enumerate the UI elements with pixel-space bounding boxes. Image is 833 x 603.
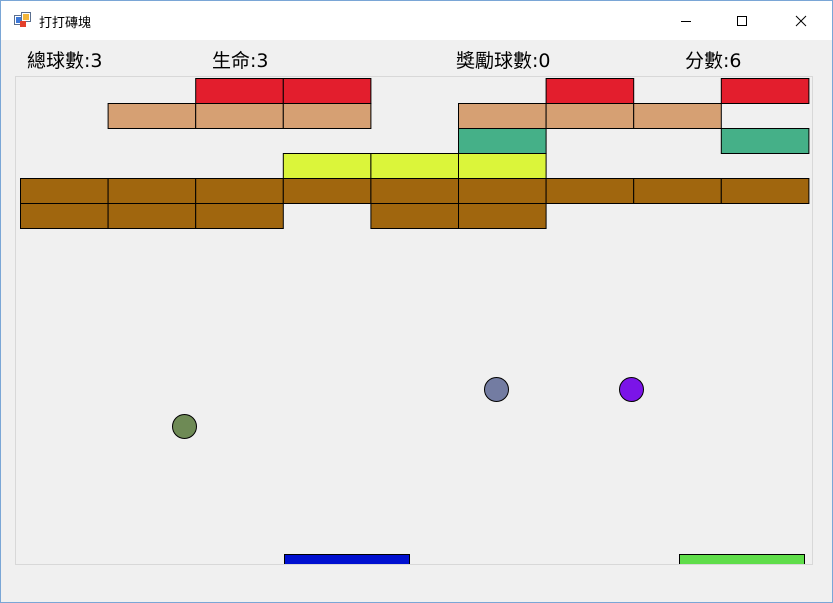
maximize-button[interactable]: [719, 1, 765, 40]
brick: [458, 203, 547, 229]
bonus-balls-label: 獎勵球數:0: [456, 50, 551, 72]
brick: [20, 178, 109, 204]
brick: [720, 178, 810, 204]
brick: [370, 153, 459, 179]
brick: [633, 178, 722, 204]
brick: [545, 178, 635, 204]
brick: [195, 203, 284, 229]
brick: [458, 153, 547, 179]
maximize-icon: [737, 15, 747, 26]
brick: [282, 178, 372, 204]
brick: [633, 103, 722, 129]
brick: [370, 203, 459, 229]
client-area: 總球數:3 生命:3 獎勵球數:0 分數:6: [1, 41, 832, 602]
brick: [107, 203, 197, 229]
brick: [545, 78, 635, 104]
minimize-button[interactable]: [663, 1, 709, 40]
paddle-green[interactable]: [679, 554, 805, 565]
brick: [720, 128, 810, 154]
lives-label: 生命:3: [212, 50, 269, 72]
brick: [282, 153, 372, 179]
brick: [458, 178, 547, 204]
brick: [458, 103, 547, 129]
close-icon: [795, 15, 807, 26]
brick: [370, 178, 459, 204]
ball-green: [172, 414, 197, 439]
minimize-icon: [681, 20, 691, 22]
window-title: 打打磚塊: [39, 16, 92, 31]
paddle-blue[interactable]: [284, 554, 410, 565]
app-icon: [14, 12, 31, 27]
brick: [195, 78, 284, 104]
game-playfield[interactable]: [15, 76, 813, 565]
brick: [195, 103, 284, 129]
score-label: 分數:6: [685, 50, 742, 72]
brick: [107, 103, 197, 129]
ball-purple: [619, 377, 644, 402]
close-button[interactable]: [778, 1, 824, 40]
brick: [458, 128, 547, 154]
game-window: 打打磚塊 總球數:3 生命:3 獎勵球數:0 分數:6: [0, 0, 833, 603]
brick: [195, 178, 284, 204]
brick: [282, 103, 372, 129]
brick: [720, 78, 810, 104]
title-bar[interactable]: 打打磚塊: [1, 1, 832, 40]
ball-slate: [484, 377, 509, 402]
game-canvas[interactable]: [16, 77, 812, 564]
brick: [545, 103, 635, 129]
brick: [20, 203, 109, 229]
brick: [107, 178, 197, 204]
brick: [282, 78, 372, 104]
total-balls-label: 總球數:3: [27, 50, 103, 72]
